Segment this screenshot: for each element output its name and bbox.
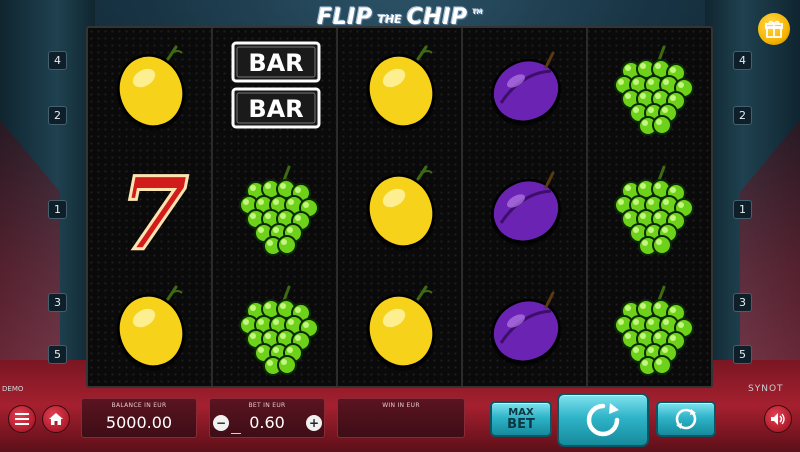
spin-arrow-icon <box>586 403 620 437</box>
svg-text:7: 7 <box>119 155 189 263</box>
reel-4-row-3 <box>463 268 588 388</box>
menu-button[interactable] <box>8 405 36 433</box>
reel-5-row-3 <box>588 268 713 388</box>
lemon-icon <box>366 165 435 251</box>
speaker-icon <box>771 413 785 425</box>
grapes-icon <box>613 45 694 136</box>
hamburger-icon <box>15 413 29 425</box>
reel-1-row-1 <box>88 28 213 148</box>
reel-2-row-3 <box>213 268 338 388</box>
balance-label: BALANCE IN EUR <box>111 402 167 409</box>
lemon-icon <box>116 45 185 131</box>
plum-icon <box>490 291 561 366</box>
autoplay-icon <box>675 408 697 430</box>
win-label: WIN IN EUR <box>382 402 420 409</box>
bar-bar-icon: BAR BAR <box>231 41 320 129</box>
gift-icon <box>765 20 783 38</box>
balance-value: 5000.00 <box>105 413 173 432</box>
max-bet-line1: MAX <box>508 406 534 418</box>
title-word-2: THE <box>377 13 402 26</box>
svg-text:BAR: BAR <box>248 95 303 123</box>
payline-left-4: 4 <box>48 51 67 70</box>
payline-right-1: 1 <box>733 200 752 219</box>
trademark: TM <box>472 9 483 16</box>
grapes-icon <box>613 285 694 376</box>
reel-3-row-3 <box>338 268 463 388</box>
lemon-icon <box>366 285 435 371</box>
plum-icon <box>490 51 561 126</box>
grapes-icon <box>613 165 694 256</box>
payline-right-4: 4 <box>733 51 752 70</box>
spin-button[interactable] <box>557 393 649 447</box>
balance-panel: BALANCE IN EUR 5000.00 <box>81 398 197 438</box>
reel-2-row-2 <box>213 148 338 268</box>
plum-icon <box>490 171 561 246</box>
lemon-icon <box>366 45 435 131</box>
reel-5-row-1 <box>588 28 713 148</box>
grapes-icon <box>238 165 319 256</box>
demo-label: DEMO <box>2 385 24 393</box>
payline-right-5: 5 <box>733 345 752 364</box>
reel-1-row-2: 7 <box>88 148 213 268</box>
autoplay-button[interactable] <box>656 401 716 437</box>
lemon-icon <box>116 285 185 371</box>
reel-4-row-2 <box>463 148 588 268</box>
max-bet-button[interactable]: MAX BET <box>490 401 552 437</box>
sound-button[interactable] <box>764 405 792 433</box>
payline-right-3: 3 <box>733 293 752 312</box>
bet-label: BET IN EUR <box>248 402 286 409</box>
reel-3-row-2 <box>338 148 463 268</box>
payline-left-1: 1 <box>48 200 67 219</box>
svg-text:BAR: BAR <box>248 49 303 77</box>
payline-right-2: 2 <box>733 106 752 125</box>
reel-4-row-1 <box>463 28 588 148</box>
brand-logo: SYNOT <box>748 384 784 394</box>
bet-decrease-button[interactable]: − <box>213 415 229 431</box>
home-button[interactable] <box>42 405 70 433</box>
bet-increase-button[interactable]: + <box>306 415 322 431</box>
reel-5-row-2 <box>588 148 713 268</box>
seven-icon: 7 <box>117 154 190 264</box>
gift-button[interactable] <box>758 13 790 45</box>
grapes-icon <box>238 285 319 376</box>
reel-3-row-1 <box>338 28 463 148</box>
home-icon <box>49 413 63 425</box>
reel-2-row-1: BAR BAR <box>213 28 338 148</box>
payline-left-2: 2 <box>48 106 67 125</box>
bet-minus-underline <box>231 433 241 434</box>
payline-left-3: 3 <box>48 293 67 312</box>
max-bet-line2: BET <box>507 416 535 432</box>
payline-left-5: 5 <box>48 345 67 364</box>
reels-grid: 7 BAR BAR <box>86 26 713 388</box>
win-panel: WIN IN EUR <box>337 398 465 438</box>
reel-1-row-3 <box>88 268 213 388</box>
